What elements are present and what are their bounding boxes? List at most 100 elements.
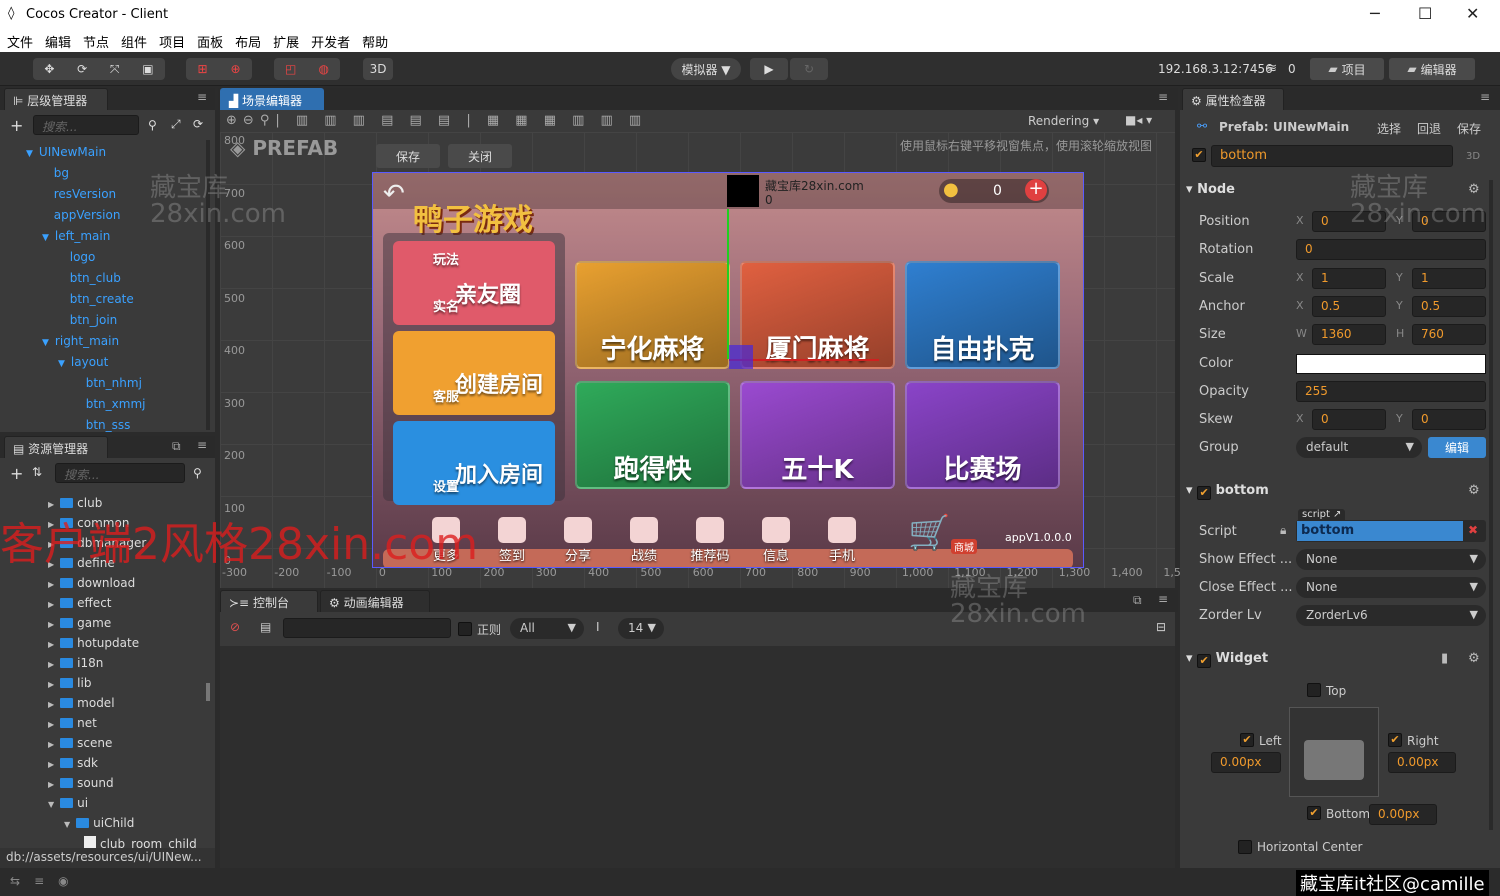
arrow-icon[interactable] [58,254,64,264]
arrow-icon[interactable]: ▶ [48,620,54,629]
tree-node[interactable]: bg [42,166,69,180]
arrow-icon[interactable]: ▶ [48,520,54,529]
search-icon[interactable]: ⚲ [193,466,202,480]
hierarchy-scrollbar[interactable] [206,140,210,430]
color-swatch[interactable] [1296,353,1486,374]
inspector-scrollbar[interactable] [1489,180,1493,830]
menu-3[interactable]: 组件 [121,32,147,51]
camera-icon[interactable]: ■◂ ▾ [1125,113,1152,127]
maximize-button[interactable]: ☐ [1418,4,1432,23]
database-icon[interactable]: ≡ [34,874,58,888]
asset-item[interactable]: ▶ sound [48,776,114,790]
tree-node[interactable]: logo [58,250,96,264]
widget-enabled-checkbox[interactable]: ✔ [1197,654,1212,668]
skew-x-input[interactable]: 0 [1312,409,1386,431]
menu-2[interactable]: 节点 [83,32,109,51]
scale-x-input[interactable]: 1 [1312,267,1386,289]
bottom-menu-item[interactable]: 信息 [751,517,801,564]
menu-7[interactable]: 扩展 [273,32,299,51]
arrow-icon[interactable] [42,212,48,222]
arrow-icon[interactable]: ▶ [48,600,54,609]
arrow-icon[interactable] [58,317,64,327]
asset-item[interactable]: ▶ lib [48,676,91,690]
widget-left-checkbox[interactable]: ✔ [1240,733,1254,747]
asset-item[interactable]: ▶ scene [48,736,112,750]
arrow-icon[interactable]: ▶ [48,780,54,789]
eye-icon[interactable]: ◉ [58,874,82,888]
gear-icon[interactable]: ⚙ [1468,182,1480,197]
tab-assets[interactable]: ▤ 资源管理器 [4,436,108,458]
remove-script-icon[interactable]: ✖ [1468,523,1478,537]
assets-search-input[interactable]: 搜索... [55,463,185,483]
widget-right-input[interactable]: 0.00px [1388,752,1456,773]
arrow-icon[interactable]: ▶ [48,680,54,689]
arrow-icon[interactable]: ▶ [48,740,54,749]
assets-scrollbar[interactable] [206,683,210,701]
widget-bottom-input[interactable]: 0.00px [1369,804,1437,825]
arrow-icon[interactable]: ▶ [48,540,54,549]
arrow-icon[interactable] [58,296,64,306]
tree-node[interactable]: ▼ right_main [42,334,119,348]
game-tile[interactable]: 跑得快 [575,381,730,489]
scale-tool-icon[interactable]: ⤧ [110,62,120,77]
minimize-button[interactable]: ─ [1370,4,1380,23]
arrow-icon[interactable]: ▶ [48,760,54,769]
asset-item[interactable]: ▶ net [48,716,97,730]
group-select[interactable]: default [1296,437,1422,459]
tree-node[interactable]: resVersion [42,187,116,201]
asset-item[interactable]: ▼ ui [48,796,88,810]
left-button-sub[interactable]: 客服 [433,386,459,405]
sync-icon[interactable]: ⇆ [10,874,34,888]
play-button[interactable]: ▶ [750,58,788,80]
book-icon[interactable]: ▮ [1441,651,1448,666]
prefab-select-button[interactable]: 选择 [1377,120,1401,137]
shop-icon[interactable]: 🛒 [908,513,950,553]
asset-item[interactable]: ▶ model [48,696,115,710]
arrow-icon[interactable]: ▶ [48,580,54,589]
game-tile[interactable]: 厦门麻将 [740,261,895,369]
script-tag[interactable]: script ↗ [1298,509,1346,520]
left-button-1[interactable]: 创建房间 客服 [393,331,555,415]
widget-top-checkbox[interactable] [1307,683,1321,697]
expand-icon[interactable]: ⤢ [171,117,181,132]
prefab-close-button[interactable]: 关闭 [448,144,512,168]
arrow-icon[interactable] [74,401,80,411]
position-x-input[interactable]: 0 [1312,211,1386,232]
refresh-icon[interactable]: ⟳ [193,117,203,131]
node-active-checkbox[interactable]: ✔ [1192,148,1206,162]
widget-bottom-checkbox[interactable]: ✔ [1307,806,1321,820]
tab-hierarchy[interactable]: ⊫ 层级管理器 [4,88,108,110]
bottom-menu-item[interactable]: 分享 [553,517,603,564]
asset-item[interactable]: ▶ club [48,496,102,510]
log-level-select[interactable]: All [510,618,584,639]
tree-node[interactable]: ▼ UINewMain [26,145,106,159]
scale-y-input[interactable]: 1 [1412,267,1486,289]
menu-4[interactable]: 项目 [159,32,185,51]
arrow-icon[interactable]: ▼ [42,338,49,348]
add-asset-icon[interactable]: + [10,464,23,483]
tab-scene-editor[interactable]: ▟ 场景编辑器 [220,88,324,110]
position-y-input[interactable]: 0 [1412,211,1486,232]
prefab-save-button[interactable]: 保存 [376,144,440,168]
add-node-icon[interactable]: + [10,116,23,135]
horizontal-center-checkbox[interactable] [1238,840,1252,854]
close-effect-select[interactable]: None [1296,577,1486,598]
simulator-select[interactable]: 模拟器 ▼ [671,58,741,80]
opacity-input[interactable]: 255 [1296,380,1486,402]
size-h-input[interactable]: 760 [1412,324,1486,346]
arrow-icon[interactable]: ▶ [48,560,54,569]
console-menu-icon[interactable]: ≡ [1158,592,1168,606]
search-icon[interactable]: ⚲ [148,118,157,132]
arrow-icon[interactable] [74,422,80,432]
show-effect-select[interactable]: None [1296,549,1486,570]
open-editor-button[interactable]: ▰ 编辑器 [1389,58,1475,80]
arrow-icon[interactable]: ▶ [48,660,54,669]
arrow-icon[interactable]: ▼ [64,820,70,829]
rect-tool-icon[interactable]: ▣ [142,62,153,76]
clear-console-icon[interactable]: ⊘ [230,620,240,634]
bottom-menu-item[interactable]: 战绩 [619,517,669,564]
hierarchy-search-input[interactable]: 搜索... [33,115,139,135]
component-section-header[interactable]: ▾ ✔ bottom [1186,483,1269,500]
tree-node[interactable]: btn_join [58,313,118,327]
menu-8[interactable]: 开发者 [311,32,350,51]
